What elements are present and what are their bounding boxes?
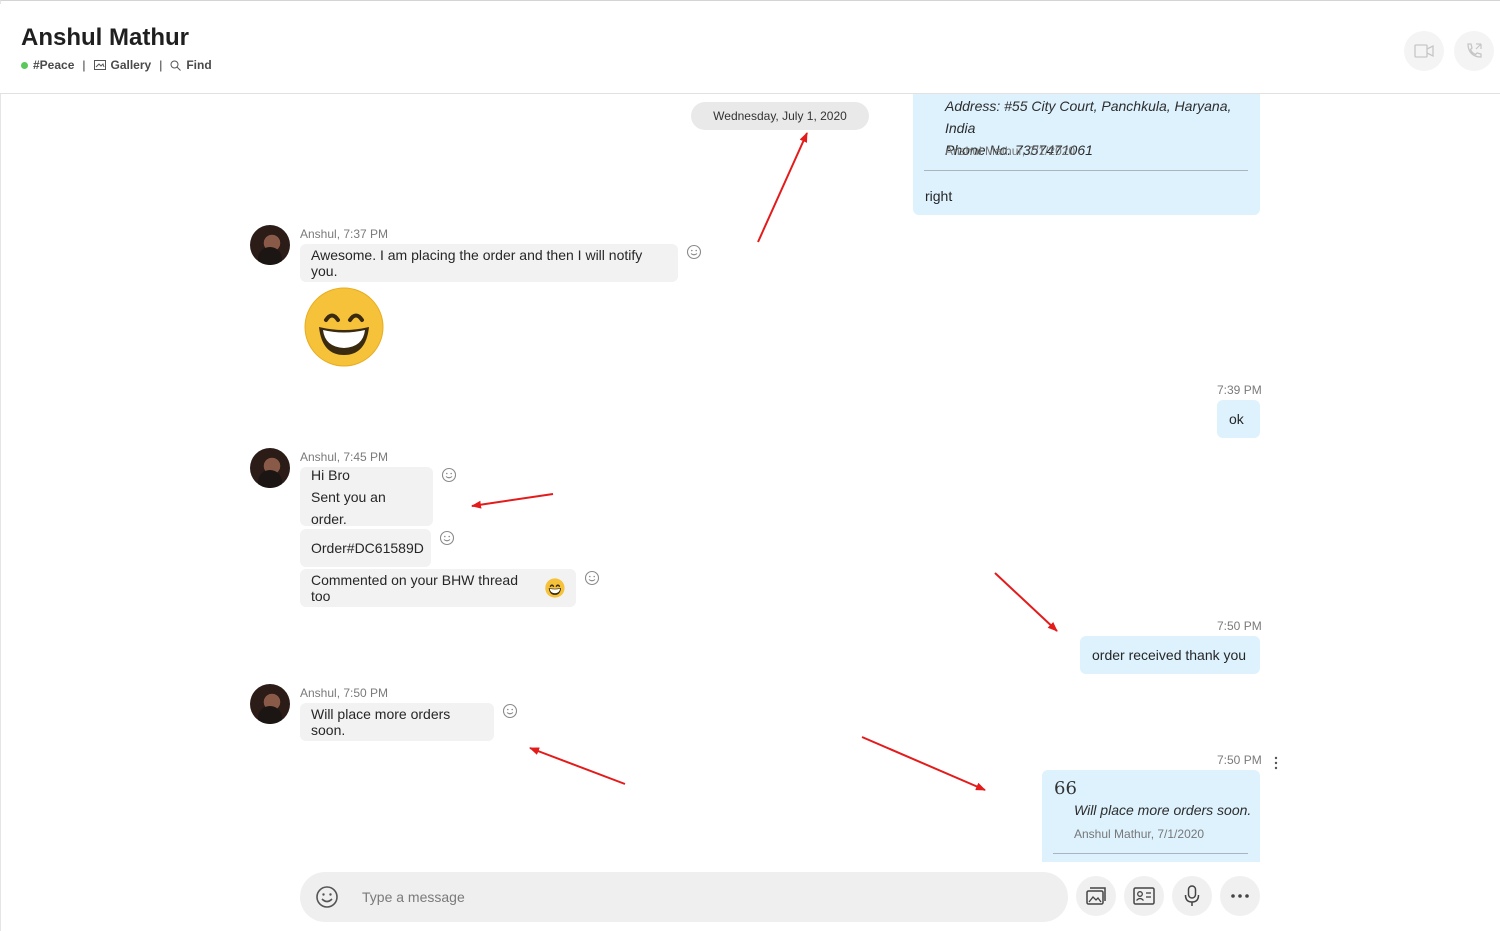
chat-header: Anshul Mathur #Peace | Gallery | Find <box>0 4 1500 94</box>
quote-attribution: Anshul Mathur, 7/1/2020 <box>1074 827 1205 841</box>
separator: | <box>82 58 86 72</box>
video-camera-icon <box>1414 44 1434 58</box>
add-reaction-icon[interactable] <box>502 703 518 719</box>
separator: | <box>159 58 163 72</box>
status-label: #Peace <box>33 58 75 72</box>
message-time: 7:50 PM <box>1217 619 1262 633</box>
avatar[interactable] <box>250 684 290 724</box>
contact-card-icon <box>1133 887 1155 905</box>
message-text: Hi Bro <box>311 466 350 483</box>
send-media-button[interactable] <box>1076 876 1116 916</box>
quote-divider <box>1053 853 1248 854</box>
online-status-dot <box>21 61 28 69</box>
add-reaction-icon[interactable] <box>439 530 455 546</box>
gallery-label: Gallery <box>110 58 152 72</box>
quote-reply-text: right <box>925 188 953 204</box>
message-text: Commented on your BHW thread too <box>311 572 518 604</box>
message-time: 7:39 PM <box>1217 383 1262 397</box>
audio-call-button[interactable] <box>1454 31 1494 71</box>
outgoing-quote-message[interactable]: Address: #55 City Court, Panchkula, Hary… <box>913 94 1260 215</box>
add-reaction-icon[interactable] <box>441 467 457 483</box>
quote-attribution: Anshul Mathur, 7/1/2020 <box>945 144 1076 158</box>
quote-icon: 66 <box>1054 778 1077 799</box>
header-subnav: #Peace | Gallery | Find <box>21 58 212 72</box>
message-text: Awesome. I am placing the order and then… <box>311 247 643 279</box>
message-composer <box>300 872 1068 922</box>
microphone-icon <box>1184 885 1200 906</box>
incoming-message[interactable]: Awesome. I am placing the order and then… <box>300 244 678 282</box>
message-text: Will place more orders soon. <box>311 706 451 738</box>
status-mood[interactable]: #Peace <box>21 58 74 72</box>
outgoing-message[interactable]: order received thank you <box>1080 636 1260 674</box>
incoming-message[interactable]: Will place more orders soon. <box>300 703 494 741</box>
message-time: 7:50 PM <box>1217 753 1262 767</box>
message-meta: Anshul, 7:37 PM <box>300 227 389 241</box>
message-text: ok <box>1229 411 1244 427</box>
smiley-icon[interactable] <box>314 884 340 910</box>
voice-message-button[interactable] <box>1172 876 1212 916</box>
date-divider: Wednesday, July 1, 2020 <box>691 102 869 130</box>
outgoing-message[interactable]: ok <box>1217 400 1260 438</box>
message-input[interactable] <box>362 884 1042 910</box>
incoming-message[interactable]: Order#DC61589D <box>300 529 431 567</box>
gallery-link[interactable]: Gallery <box>93 58 152 72</box>
quote-divider <box>924 170 1248 171</box>
gallery-icon <box>1086 887 1106 905</box>
message-meta: Anshul, 7:50 PM <box>300 686 389 700</box>
send-contact-button[interactable] <box>1124 876 1164 916</box>
gallery-icon <box>93 60 106 70</box>
grinning-face-emoji <box>545 578 565 598</box>
address-line: Address: #55 City Court, Panchkula, Hary… <box>945 98 1232 136</box>
grinning-face-emoji <box>304 287 384 367</box>
more-horizontal-icon <box>1231 894 1249 898</box>
find-label: Find <box>186 58 212 72</box>
avatar[interactable] <box>250 225 290 265</box>
more-options-icon[interactable] <box>1271 756 1281 770</box>
message-text: Sent you an order. <box>311 488 386 527</box>
message-text: Order#DC61589D <box>311 540 424 556</box>
phone-icon <box>1467 43 1482 58</box>
chat-window <box>0 0 1500 931</box>
avatar[interactable] <box>250 448 290 488</box>
outgoing-quote-message[interactable]: 66 Will place more orders soon. Anshul M… <box>1042 770 1260 862</box>
video-call-button[interactable] <box>1404 31 1444 71</box>
add-reaction-icon[interactable] <box>584 570 600 586</box>
find-link[interactable]: Find <box>170 58 212 72</box>
incoming-message[interactable]: Hi Bro Sent you an order. <box>300 466 433 527</box>
search-icon <box>170 60 182 71</box>
contact-name[interactable]: Anshul Mathur <box>21 24 189 52</box>
incoming-message[interactable]: Commented on your BHW thread too <box>300 569 576 607</box>
message-text: order received thank you <box>1092 647 1247 663</box>
quoted-text: Will place more orders soon. <box>1074 802 1252 818</box>
more-actions-button[interactable] <box>1220 876 1260 916</box>
message-meta: Anshul, 7:45 PM <box>300 450 389 464</box>
add-reaction-icon[interactable] <box>686 244 702 260</box>
